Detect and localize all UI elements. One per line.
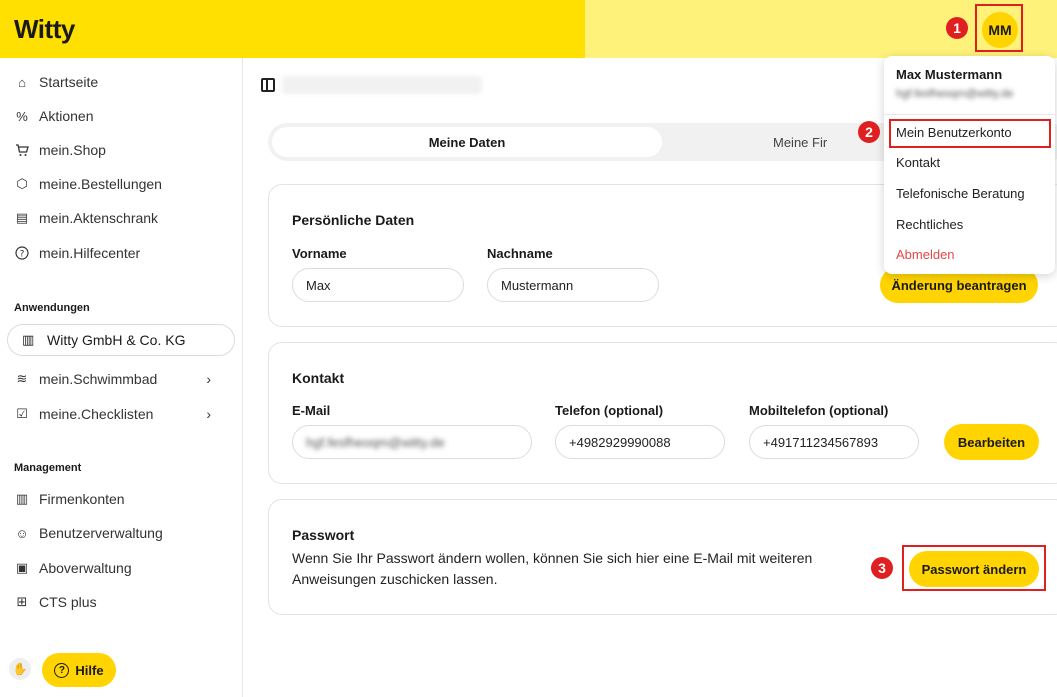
- sidebar-item-bestellungen[interactable]: ⬡ meine.Bestellungen: [14, 174, 162, 194]
- users-icon: ☺: [15, 525, 29, 541]
- company-name: Witty GmbH & Co. KG: [47, 332, 186, 348]
- section-label-management: Management: [14, 462, 82, 474]
- sidebar-item-cts-plus[interactable]: ⊞ CTS plus: [14, 592, 97, 612]
- sidebar-item-label: Startseite: [39, 74, 99, 90]
- home-icon: ⌂: [18, 74, 26, 90]
- sidebar-item-schwimmbad[interactable]: ≋ mein.Schwimmbad ›: [14, 369, 229, 389]
- card-title: Persönliche Daten: [292, 212, 415, 228]
- email-label: E-Mail: [292, 403, 331, 418]
- percent-icon: %: [16, 108, 28, 124]
- help-button[interactable]: ? Hilfe: [42, 653, 116, 687]
- phone-field[interactable]: +4982929990088: [555, 425, 725, 459]
- menu-divider: [884, 114, 1055, 115]
- sidebar-item-label: Aboverwaltung: [39, 560, 132, 576]
- sidebar-item-label: CTS plus: [39, 594, 97, 610]
- user-menu-email-redacted: hgf.fesfheoqm@witty.de: [896, 88, 1014, 100]
- sidebar-item-firmenkonten[interactable]: ▥ Firmenkonten: [14, 489, 125, 509]
- user-menu-dropdown: Max Mustermann hgf.fesfheoqm@witty.de Me…: [884, 56, 1055, 274]
- sidebar-item-label: Firmenkonten: [39, 491, 125, 507]
- last-name-label: Nachname: [487, 246, 553, 261]
- sidebar-item-label: meine.Checklisten: [39, 406, 154, 422]
- panel-toggle-icon[interactable]: [261, 78, 275, 92]
- sidebar: ⌂ Startseite % Aktionen mein.Shop ⬡ mein…: [0, 58, 243, 697]
- phone-label: Telefon (optional): [555, 403, 664, 418]
- sidebar-item-label: mein.Schwimmbad: [39, 371, 158, 387]
- building-icon: ▥: [15, 491, 29, 506]
- sidebar-item-aktionen[interactable]: % Aktionen: [14, 106, 93, 126]
- sidebar-item-benutzerverwaltung[interactable]: ☺ Benutzerverwaltung: [14, 523, 163, 543]
- menu-item-kontakt[interactable]: Kontakt: [896, 155, 940, 170]
- help-button-label: Hilfe: [75, 662, 104, 678]
- tab-meine-daten[interactable]: Meine Daten: [272, 127, 662, 157]
- email-field[interactable]: hgf.fesfheoqm@witty.de: [292, 425, 532, 459]
- sidebar-item-startseite[interactable]: ⌂ Startseite: [14, 72, 98, 92]
- password-description: Wenn Sie Ihr Passwort ändern wollen, kön…: [292, 550, 813, 587]
- help-circle-icon: ?: [14, 245, 30, 261]
- callout-avatar: [975, 4, 1023, 52]
- building-icon: ▥: [22, 332, 35, 347]
- step-badge-3: 3: [871, 557, 893, 579]
- mobile-field[interactable]: +491711234567893: [749, 425, 919, 459]
- page-title-redacted: [282, 76, 482, 94]
- card-title: Passwort: [292, 527, 355, 543]
- sidebar-item-label: meine.Bestellungen: [39, 176, 162, 192]
- menu-item-rechtliches[interactable]: Rechtliches: [896, 217, 963, 232]
- svg-text:?: ?: [20, 250, 25, 260]
- chevron-right-icon: ›: [206, 371, 211, 387]
- sidebar-item-label: Benutzerverwaltung: [39, 525, 163, 541]
- first-name-label: Vorname: [292, 246, 347, 261]
- email-value-redacted: hgf.fesfheoqm@witty.de: [306, 434, 445, 450]
- menu-item-abmelden[interactable]: Abmelden: [896, 247, 955, 262]
- callout-mein-benutzerkonto: [889, 119, 1051, 148]
- card-title: Kontakt: [292, 370, 345, 386]
- chevron-right-icon: ›: [206, 406, 211, 422]
- contact-card: Kontakt E-Mail hgf.fesfheoqm@witty.de Te…: [268, 342, 1057, 484]
- sidebar-item-label: mein.Hilfecenter: [39, 245, 141, 261]
- step-badge-2: 2: [858, 121, 880, 143]
- last-name-field[interactable]: Mustermann: [487, 268, 659, 302]
- checklist-icon: ☑: [16, 406, 28, 421]
- mobile-label: Mobiltelefon (optional): [749, 403, 889, 418]
- cart-icon: [14, 142, 30, 158]
- first-name-field[interactable]: Max: [292, 268, 464, 302]
- fingerprint-icon[interactable]: ✋: [9, 658, 31, 680]
- callout-change-password: [902, 545, 1046, 591]
- package-icon: ⬡: [16, 176, 28, 191]
- sidebar-item-hilfecenter[interactable]: ? mein.Hilfecenter: [14, 243, 140, 263]
- company-selector[interactable]: ▥ Witty GmbH & Co. KG: [7, 324, 235, 356]
- edit-contact-button[interactable]: Bearbeiten: [944, 424, 1039, 460]
- grid-plus-icon: ⊞: [16, 594, 28, 609]
- menu-item-telefonische-beratung[interactable]: Telefonische Beratung: [896, 186, 1025, 201]
- sidebar-item-aboverwaltung[interactable]: ▣ Aboverwaltung: [14, 558, 132, 578]
- section-label-anwendungen: Anwendungen: [14, 302, 90, 314]
- step-badge-1: 1: [946, 17, 968, 39]
- sidebar-item-label: Aktionen: [39, 108, 94, 124]
- cabinet-icon: ▤: [15, 210, 29, 225]
- sidebar-item-label: mein.Shop: [39, 142, 106, 158]
- sidebar-item-label: mein.Aktenschrank: [39, 210, 159, 226]
- sidebar-item-aktenschrank[interactable]: ▤ mein.Aktenschrank: [14, 208, 158, 228]
- top-bar: Witty MM: [0, 0, 1057, 58]
- witty-logo[interactable]: Witty: [14, 14, 75, 45]
- sidebar-item-shop[interactable]: mein.Shop: [14, 140, 106, 160]
- help-circle-icon: ?: [54, 662, 70, 678]
- pool-icon: ≋: [16, 371, 28, 386]
- sidebar-item-checklisten[interactable]: ☑ meine.Checklisten ›: [14, 404, 229, 424]
- subscription-icon: ▣: [15, 560, 29, 575]
- user-menu-name: Max Mustermann: [896, 67, 1003, 82]
